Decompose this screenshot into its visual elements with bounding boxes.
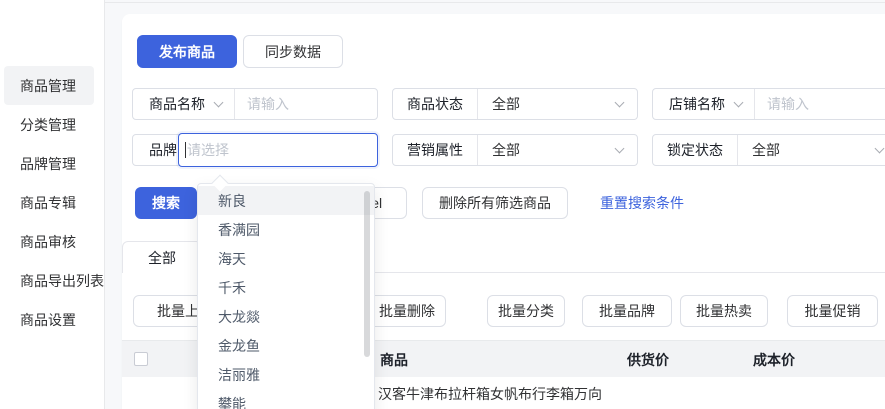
filter-shop-name-label[interactable]: 店铺名称 [653,94,735,114]
sidebar-item-product-management[interactable]: 商品管理 [4,66,94,105]
dropdown-option[interactable]: 香满园 [198,215,374,244]
text-caret [185,142,186,158]
batch-brand-button[interactable]: 批量品牌 [582,295,672,327]
chevron-down-icon[interactable] [734,97,744,107]
brand-select-placeholder: 请选择 [187,140,229,160]
brand-select[interactable]: 请选择 [178,133,378,167]
publish-product-button[interactable]: 发布商品 [137,35,237,68]
dropdown-option[interactable]: 海天 [198,244,374,273]
filter-product-name: 商品名称 [132,88,378,120]
dropdown-option[interactable]: 大龙燚 [198,302,374,331]
dropdown-option[interactable]: 攀能 [198,389,374,409]
column-supply-price: 供货价 [627,341,669,378]
column-cost-price: 成本价 [753,341,795,378]
shop-name-input[interactable] [755,96,885,112]
select-all-checkbox[interactable] [134,352,148,366]
filter-marketing-attribute[interactable]: 营销属性 全部 [392,134,638,166]
dropdown-option[interactable]: 金龙鱼 [198,331,374,360]
chevron-down-icon[interactable] [875,143,885,153]
filter-marketing-attribute-label: 营销属性 [393,140,477,160]
tab-all[interactable]: 全部 [122,241,202,273]
reset-search-link[interactable]: 重置搜索条件 [600,187,684,219]
chevron-down-icon[interactable] [615,143,625,153]
dropdown-scrollbar[interactable] [364,191,370,357]
filter-product-status[interactable]: 商品状态 全部 [392,88,638,120]
lock-status-value[interactable]: 全部 [738,140,794,160]
dropdown-option[interactable]: 洁丽雅 [198,360,374,389]
filter-lock-status-label: 锁定状态 [653,140,737,160]
product-name-input[interactable] [235,96,377,112]
dropdown-option[interactable]: 新良 [198,186,374,215]
column-product: 商品 [380,341,408,378]
delete-filtered-products-button[interactable]: 删除所有筛选商品 [422,187,568,219]
batch-promotion-button[interactable]: 批量促销 [787,295,878,327]
product-admin-page: 商品管理 分类管理 品牌管理 商品专辑 商品审核 商品导出列表 商品设置 发布商… [0,0,885,409]
filter-shop-name: 店铺名称 [652,88,885,120]
chevron-down-icon[interactable] [615,97,625,107]
batch-category-button[interactable]: 批量分类 [487,295,565,327]
sidebar-item-product-settings[interactable]: 商品设置 [0,300,104,339]
sidebar: 商品管理 分类管理 品牌管理 商品专辑 商品审核 商品导出列表 商品设置 [0,0,105,409]
filter-lock-status[interactable]: 锁定状态 全部 [652,134,885,166]
product-name-cell: 汉客牛津布拉杆箱女帆布行李箱万向 [378,384,602,404]
sync-data-button[interactable]: 同步数据 [243,35,343,68]
dropdown-option[interactable]: 千禾 [198,273,374,302]
sidebar-item-product-albums[interactable]: 商品专辑 [0,183,104,222]
filter-product-name-label[interactable]: 商品名称 [133,94,215,114]
top-divider [105,2,885,3]
chevron-down-icon[interactable] [214,97,224,107]
sidebar-item-product-review[interactable]: 商品审核 [0,222,104,261]
batch-hot-sale-button[interactable]: 批量热卖 [680,295,768,327]
filter-product-status-label: 商品状态 [393,94,477,114]
product-status-value[interactable]: 全部 [478,94,534,114]
sidebar-item-category-management[interactable]: 分类管理 [0,105,104,144]
search-button[interactable]: 搜索 [135,187,197,219]
batch-delete-button[interactable]: 批量删除 [368,295,446,327]
sidebar-item-product-export-list[interactable]: 商品导出列表 [0,261,104,300]
sidebar-item-brand-management[interactable]: 品牌管理 [0,144,104,183]
brand-dropdown: 新良 香满园 海天 千禾 大龙燚 金龙鱼 洁丽雅 攀能 [197,183,375,409]
marketing-attribute-value[interactable]: 全部 [478,140,534,160]
